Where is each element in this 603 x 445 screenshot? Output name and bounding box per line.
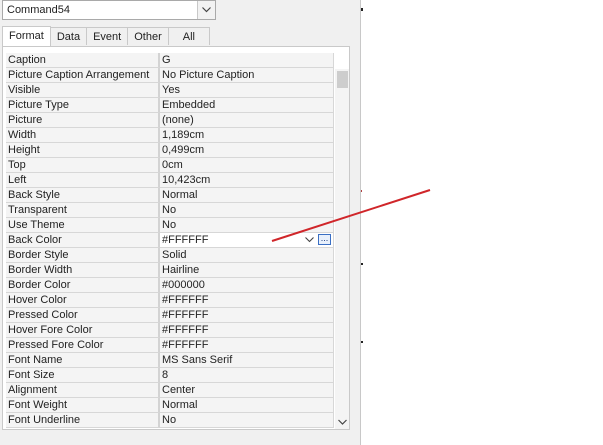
annotation-arrow (271, 189, 431, 242)
tab-format[interactable]: Format (2, 26, 51, 46)
